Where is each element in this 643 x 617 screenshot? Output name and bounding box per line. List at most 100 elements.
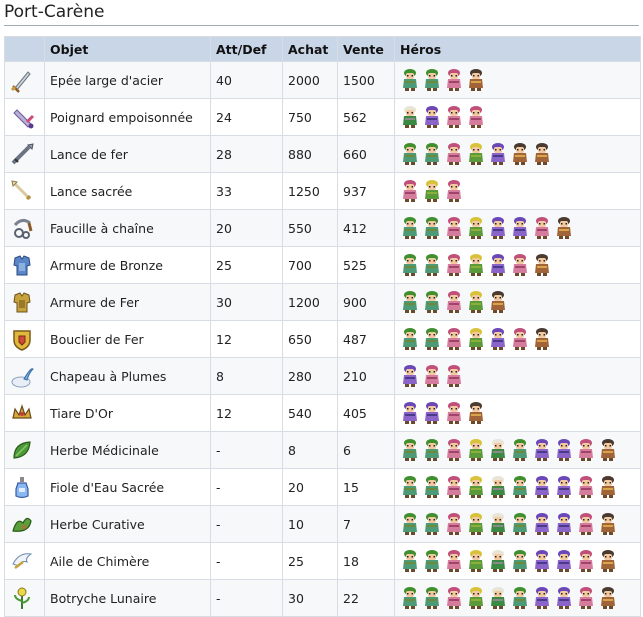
table-row: Faucille à chaîne 20 550 412 bbox=[4, 209, 641, 247]
pink-hero-icon bbox=[444, 586, 464, 610]
item-icon-cell bbox=[4, 209, 45, 247]
table-row: Herbe Curative -10 7 bbox=[4, 505, 641, 543]
green-hero-icon bbox=[422, 475, 442, 499]
green-hero-icon bbox=[422, 68, 442, 92]
item-att-def: - bbox=[210, 505, 283, 543]
title-divider bbox=[4, 25, 639, 26]
pink-hero-icon bbox=[444, 438, 464, 462]
green-hero-icon bbox=[400, 475, 420, 499]
item-heroes bbox=[394, 505, 641, 543]
pink-hero-icon bbox=[444, 105, 464, 129]
item-icon-cell bbox=[4, 505, 45, 543]
item-buy-price: 2000 bbox=[282, 61, 338, 99]
yellow-hero-icon bbox=[466, 253, 486, 277]
table-row: Lance sacrée 33 1250 937 bbox=[4, 172, 641, 210]
dark-hero-icon bbox=[510, 142, 530, 166]
column-header-att-def: Att/Def bbox=[210, 36, 283, 62]
item-buy-price: 650 bbox=[282, 320, 338, 358]
green-hero-icon bbox=[422, 438, 442, 462]
item-heroes bbox=[394, 98, 641, 136]
item-name: Armure de Bronze bbox=[44, 246, 211, 284]
item-heroes bbox=[394, 579, 641, 617]
pink-hero-icon bbox=[576, 475, 596, 499]
item-name: Fiole d'Eau Sacrée bbox=[44, 468, 211, 506]
pink-hero-icon bbox=[510, 327, 530, 351]
table-row: Fiole d'Eau Sacrée -20 15 bbox=[4, 468, 641, 506]
item-buy-price: 750 bbox=[282, 98, 338, 136]
table-row: Poignard empoisonnée 24 750 562 bbox=[4, 98, 641, 136]
item-name: Chapeau à Plumes bbox=[44, 357, 211, 395]
purple-hero-icon bbox=[554, 512, 574, 536]
column-header-sell-price: Vente bbox=[337, 36, 395, 62]
item-heroes bbox=[394, 283, 641, 321]
item-sell-price: 7 bbox=[337, 505, 395, 543]
item-att-def: 28 bbox=[210, 135, 283, 173]
bronze-armour-icon bbox=[9, 252, 44, 278]
pink-hero-icon bbox=[444, 364, 464, 388]
pink-hero-icon bbox=[444, 512, 464, 536]
item-att-def: - bbox=[210, 431, 283, 469]
purple-hero-icon bbox=[532, 475, 552, 499]
pink-hero-icon bbox=[576, 586, 596, 610]
yellow-hero-icon bbox=[466, 549, 486, 573]
purple-hero-icon bbox=[488, 142, 508, 166]
poison-dagger-icon bbox=[9, 104, 44, 130]
purple-hero-icon bbox=[554, 549, 574, 573]
shop-table: Objet Att/Def Achat Vente Héros Epée lar… bbox=[4, 36, 641, 617]
item-icon-cell bbox=[4, 579, 45, 617]
green-hero-icon bbox=[510, 512, 530, 536]
pink-hero-icon bbox=[444, 549, 464, 573]
column-header-buy-price: Achat bbox=[282, 36, 338, 62]
item-icon-cell bbox=[4, 98, 45, 136]
item-att-def: 30 bbox=[210, 283, 283, 321]
white-hero-icon bbox=[488, 475, 508, 499]
item-name: Herbe Curative bbox=[44, 505, 211, 543]
green-hero-icon bbox=[400, 216, 420, 240]
white-hero-icon bbox=[488, 586, 508, 610]
item-buy-price: 540 bbox=[282, 394, 338, 432]
dark-hero-icon bbox=[488, 290, 508, 314]
item-name: Botryche Lunaire bbox=[44, 579, 211, 617]
item-heroes bbox=[394, 542, 641, 580]
item-heroes bbox=[394, 135, 641, 173]
item-buy-price: 1250 bbox=[282, 172, 338, 210]
item-buy-price: 10 bbox=[282, 505, 338, 543]
iron-armour-icon bbox=[9, 289, 44, 315]
green-hero-icon bbox=[422, 549, 442, 573]
item-att-def: 12 bbox=[210, 320, 283, 358]
column-header-icon bbox=[4, 36, 45, 62]
table-row: Armure de Fer 30 1200 900 bbox=[4, 283, 641, 321]
item-buy-price: 700 bbox=[282, 246, 338, 284]
green-hero-icon bbox=[510, 586, 530, 610]
dark-hero-icon bbox=[598, 586, 618, 610]
curative-herb-icon bbox=[9, 511, 44, 537]
dark-hero-icon bbox=[532, 253, 552, 277]
item-buy-price: 550 bbox=[282, 209, 338, 247]
pink-hero-icon bbox=[576, 438, 596, 462]
item-sell-price: 937 bbox=[337, 172, 395, 210]
item-att-def: 40 bbox=[210, 61, 283, 99]
gold-tiara-icon bbox=[9, 400, 44, 426]
dark-hero-icon bbox=[554, 216, 574, 240]
table-row: Chapeau à Plumes 8 280 210 bbox=[4, 357, 641, 395]
dark-hero-icon bbox=[532, 142, 552, 166]
purple-hero-icon bbox=[554, 475, 574, 499]
table-row: Tiare D'Or 12 540 405 bbox=[4, 394, 641, 432]
moonwort-icon bbox=[9, 585, 44, 611]
item-heroes bbox=[394, 357, 641, 395]
item-att-def: - bbox=[210, 542, 283, 580]
table-row: Botryche Lunaire -30 22 bbox=[4, 579, 641, 617]
item-name: Herbe Médicinale bbox=[44, 431, 211, 469]
item-icon-cell bbox=[4, 357, 45, 395]
broadsword-icon bbox=[9, 67, 44, 93]
green-hero-icon bbox=[510, 438, 530, 462]
green-hero-icon bbox=[422, 327, 442, 351]
item-icon-cell bbox=[4, 431, 45, 469]
pink-hero-icon bbox=[466, 105, 486, 129]
item-sell-price: 900 bbox=[337, 283, 395, 321]
pink-hero-icon bbox=[444, 68, 464, 92]
item-sell-price: 1500 bbox=[337, 61, 395, 99]
item-heroes bbox=[394, 209, 641, 247]
pink-hero-icon bbox=[510, 253, 530, 277]
chimaera-wing-icon bbox=[9, 548, 44, 574]
